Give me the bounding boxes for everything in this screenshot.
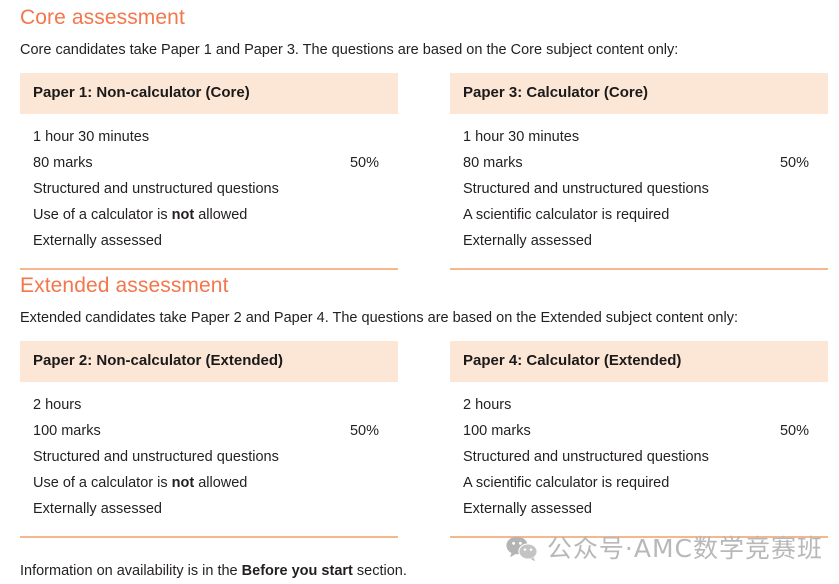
paper-card-body: 2 hours 100 marks 50% Structured and uns… — [20, 382, 398, 538]
calculator-text-suffix: allowed — [194, 475, 248, 491]
paper-assessment-mode: Externally assessed — [33, 233, 162, 249]
core-assessment-intro: Core candidates take Paper 1 and Paper 3… — [20, 42, 679, 58]
wechat-icon — [506, 536, 538, 562]
paper-marks-row: 100 marks 50% — [33, 418, 385, 444]
watermark: 公众号·AMC数学竞赛班 — [506, 534, 823, 564]
extended-paper-grid: Paper 2: Non-calculator (Extended) 2 hou… — [20, 341, 828, 538]
calculator-text-prefix: Use of a calculator is — [33, 475, 172, 491]
paper-card-paper-1: Paper 1: Non-calculator (Core) 1 hour 30… — [20, 73, 398, 270]
paper-calculator-policy: A scientific calculator is required — [463, 470, 669, 496]
paper-marks-row: 80 marks 50% — [463, 150, 815, 176]
paper-card-title: Paper 4: Calculator (Extended) — [450, 341, 828, 382]
paper-calculator-policy: A scientific calculator is required — [463, 202, 669, 228]
paper-duration: 2 hours — [463, 397, 512, 413]
paper-card-body: 1 hour 30 minutes 80 marks 50% Structure… — [20, 114, 398, 270]
paper-assessment-mode: Externally assessed — [463, 501, 592, 517]
paper-marks: 80 marks — [463, 155, 523, 171]
availability-note-emphasis: Before you start — [241, 563, 353, 579]
calculator-text-emphasis: not — [171, 475, 195, 491]
paper-assessment-row: Externally assessed — [33, 496, 385, 522]
core-paper-grid: Paper 1: Non-calculator (Core) 1 hour 30… — [20, 73, 828, 270]
extended-assessment-intro: Extended candidates take Paper 2 and Pap… — [20, 310, 738, 326]
paper-card-body: 1 hour 30 minutes 80 marks 50% Structure… — [450, 114, 828, 270]
paper-calculator-row: A scientific calculator is required — [463, 202, 815, 228]
paper-card-title: Paper 2: Non-calculator (Extended) — [20, 341, 398, 382]
paper-assessment-row: Externally assessed — [463, 496, 815, 522]
paper-card-body: 2 hours 100 marks 50% Structured and uns… — [450, 382, 828, 538]
paper-assessment-mode: Externally assessed — [33, 501, 162, 517]
paper-calculator-policy: Use of a calculator is not allowed — [33, 470, 247, 496]
paper-calculator-row: A scientific calculator is required — [463, 470, 815, 496]
paper-calculator-row: Use of a calculator is not allowed — [33, 202, 385, 228]
calculator-text-prefix: A scientific calculator is required — [463, 207, 670, 223]
calculator-text-prefix: Use of a calculator is — [33, 207, 172, 223]
paper-marks: 80 marks — [33, 155, 93, 171]
paper-marks-row: 80 marks 50% — [33, 150, 385, 176]
extended-assessment-heading: Extended assessment — [20, 274, 229, 297]
paper-question-types-row: Structured and unstructured questions — [33, 176, 385, 202]
paper-card-title: Paper 3: Calculator (Core) — [450, 73, 828, 114]
paper-assessment-row: Externally assessed — [33, 228, 385, 254]
core-assessment-heading: Core assessment — [20, 6, 185, 29]
paper-duration-row: 1 hour 30 minutes — [463, 124, 815, 150]
paper-weighting: 50% — [349, 155, 379, 171]
paper-duration: 1 hour 30 minutes — [33, 129, 150, 145]
calculator-text-emphasis: not — [171, 207, 195, 223]
paper-assessment-row: Externally assessed — [463, 228, 815, 254]
paper-question-types: Structured and unstructured questions — [33, 449, 279, 465]
paper-duration-row: 1 hour 30 minutes — [33, 124, 385, 150]
paper-card-paper-2: Paper 2: Non-calculator (Extended) 2 hou… — [20, 341, 398, 538]
paper-weighting: 50% — [779, 155, 809, 171]
paper-duration: 1 hour 30 minutes — [463, 129, 580, 145]
availability-note-prefix: Information on availability is in the — [20, 563, 242, 579]
paper-question-types-row: Structured and unstructured questions — [463, 176, 815, 202]
calculator-text-suffix: allowed — [194, 207, 248, 223]
paper-question-types-row: Structured and unstructured questions — [33, 444, 385, 470]
paper-card-title: Paper 1: Non-calculator (Core) — [20, 73, 398, 114]
paper-weighting: 50% — [779, 423, 809, 439]
paper-card-paper-3: Paper 3: Calculator (Core) 1 hour 30 min… — [450, 73, 828, 270]
assessment-overview-page: Core assessment Core candidates take Pap… — [0, 0, 839, 584]
paper-weighting: 50% — [349, 423, 379, 439]
paper-calculator-policy: Use of a calculator is not allowed — [33, 202, 247, 228]
watermark-text: 公众号·AMC数学竞赛班 — [546, 534, 823, 563]
paper-duration-row: 2 hours — [33, 392, 385, 418]
paper-question-types: Structured and unstructured questions — [463, 181, 709, 197]
paper-marks: 100 marks — [463, 423, 531, 439]
paper-card-paper-4: Paper 4: Calculator (Extended) 2 hours 1… — [450, 341, 828, 538]
paper-question-types: Structured and unstructured questions — [33, 181, 279, 197]
paper-marks-row: 100 marks 50% — [463, 418, 815, 444]
paper-assessment-mode: Externally assessed — [463, 233, 592, 249]
paper-duration-row: 2 hours — [463, 392, 815, 418]
paper-question-types: Structured and unstructured questions — [463, 449, 709, 465]
availability-note: Information on availability is in the Be… — [20, 560, 407, 582]
paper-duration: 2 hours — [33, 397, 82, 413]
calculator-text-prefix: A scientific calculator is required — [463, 475, 670, 491]
paper-question-types-row: Structured and unstructured questions — [463, 444, 815, 470]
availability-note-suffix: section. — [352, 563, 407, 579]
paper-marks: 100 marks — [33, 423, 101, 439]
paper-calculator-row: Use of a calculator is not allowed — [33, 470, 385, 496]
